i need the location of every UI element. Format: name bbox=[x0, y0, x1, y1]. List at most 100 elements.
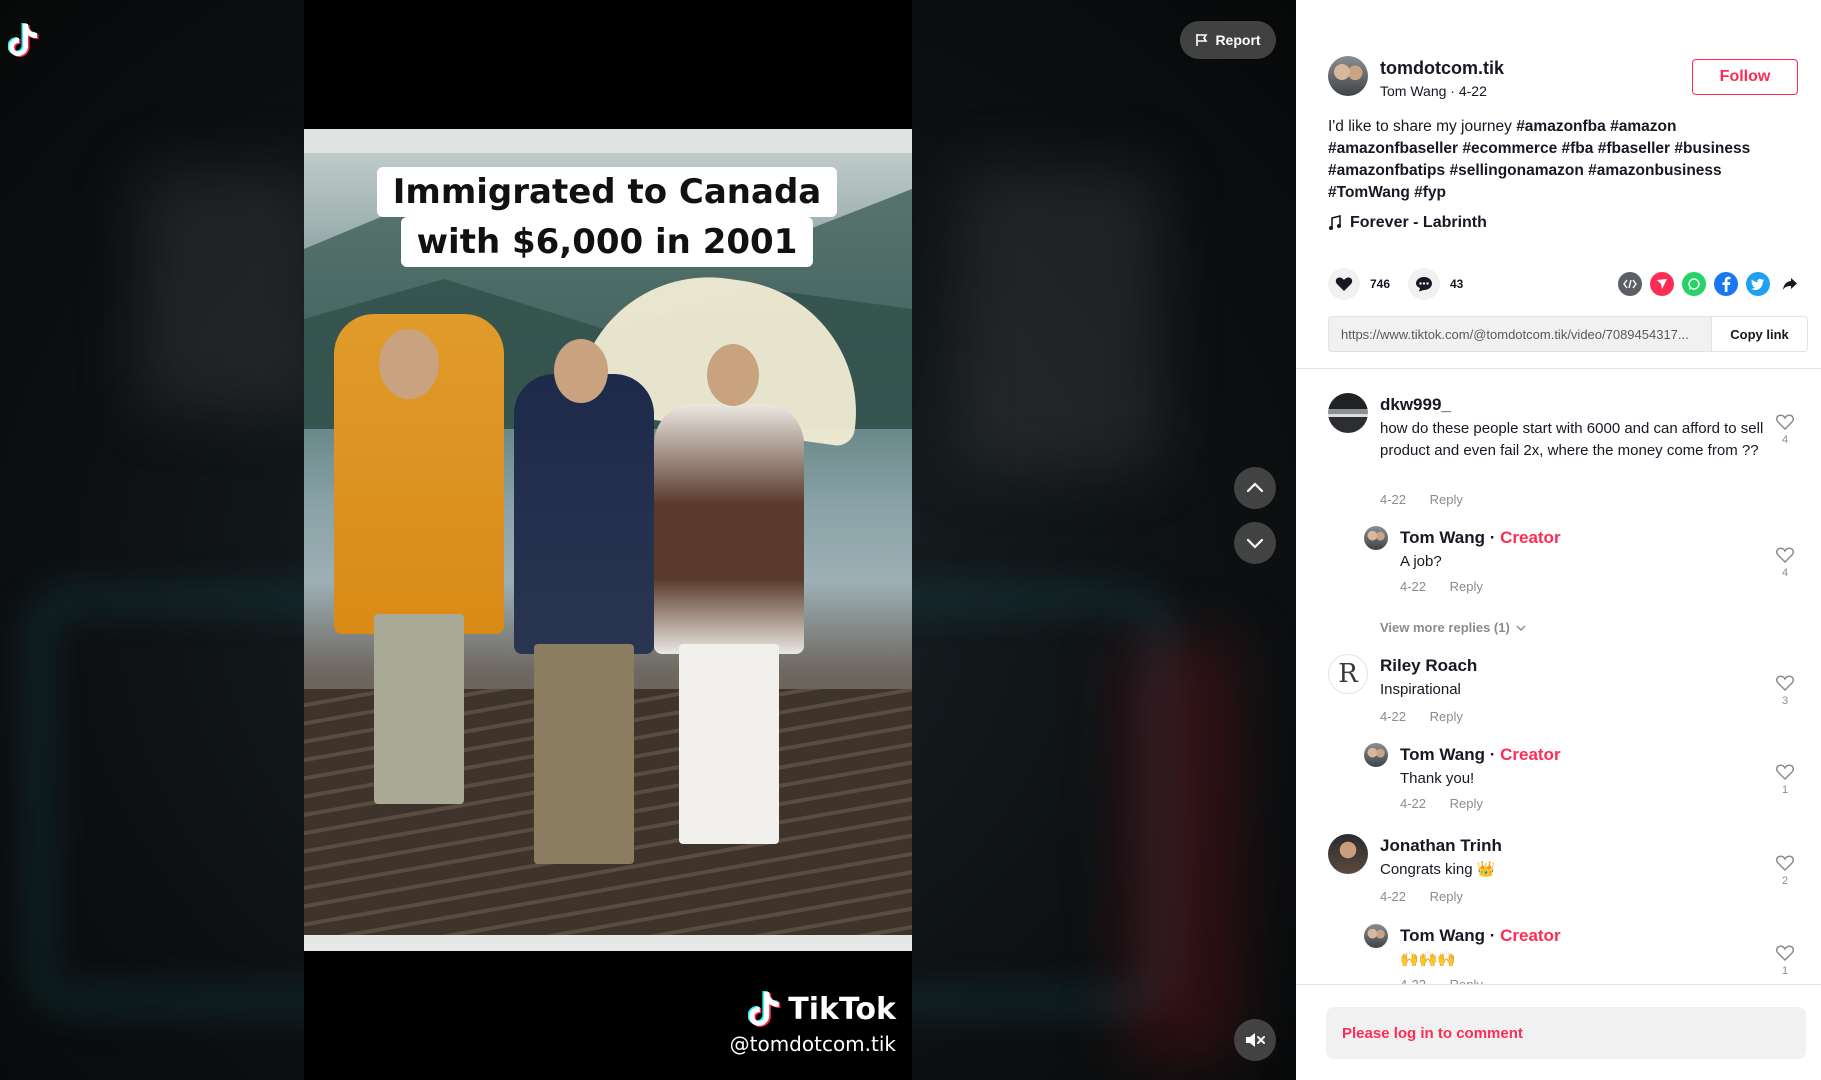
whatsapp-icon[interactable] bbox=[1682, 272, 1706, 296]
next-video-button[interactable] bbox=[1234, 522, 1276, 564]
person-head bbox=[379, 329, 439, 399]
comment-like[interactable]: 4 bbox=[1772, 546, 1798, 579]
reply-button[interactable]: Reply bbox=[1430, 889, 1463, 904]
comment-text: A job? bbox=[1400, 553, 1442, 570]
music-link[interactable]: Forever - Labrinth bbox=[1328, 214, 1487, 232]
like-count: 746 bbox=[1370, 277, 1391, 291]
hashtag-link[interactable]: #business bbox=[1674, 140, 1750, 157]
comment-like-count: 3 bbox=[1781, 695, 1789, 707]
comment-item: Jonathan Trinh Congrats king 👑 4-22 Repl… bbox=[1328, 834, 1798, 914]
reply-button[interactable]: Reply bbox=[1450, 579, 1483, 594]
comment-login-bar: Please log in to comment bbox=[1296, 984, 1821, 1080]
comment-list[interactable]: dkw999_ how do these people start with 6… bbox=[1296, 369, 1821, 985]
comment-like[interactable]: 3 bbox=[1772, 674, 1798, 707]
comment-like[interactable]: 2 bbox=[1772, 854, 1798, 887]
comment-date: 4-22 bbox=[1380, 889, 1407, 904]
hashtag-link[interactable]: #amazonfbatips bbox=[1328, 162, 1445, 179]
comment-like-count: 1 bbox=[1781, 784, 1789, 796]
commenter-avatar[interactable] bbox=[1364, 743, 1388, 767]
facebook-icon[interactable] bbox=[1714, 272, 1738, 296]
commenter-name[interactable]: Tom Wang · Creator bbox=[1400, 926, 1561, 946]
watermark-handle: @tomdotcom.tik bbox=[729, 1032, 896, 1056]
commenter-name[interactable]: Tom Wang · Creator bbox=[1400, 745, 1561, 765]
video-description: I'd like to share my journey #amazonfba … bbox=[1328, 116, 1800, 204]
embed-icon[interactable] bbox=[1618, 272, 1642, 296]
hashtag-link[interactable]: #amazon bbox=[1610, 118, 1676, 135]
commenter-avatar[interactable] bbox=[1328, 393, 1368, 433]
reply-item: Tom Wang · Creator A job? 4-22 Reply 4 bbox=[1364, 526, 1798, 606]
heart-icon bbox=[1328, 268, 1360, 300]
reply-button[interactable]: Reply bbox=[1430, 492, 1463, 507]
commenter-name[interactable]: Riley Roach bbox=[1380, 656, 1477, 676]
tiktok-watermark: TikTok @tomdotcom.tik bbox=[730, 990, 896, 1056]
comment-like[interactable]: 1 bbox=[1772, 944, 1798, 977]
video-url[interactable]: https://www.tiktok.com/@tomdotcom.tik/vi… bbox=[1341, 327, 1715, 342]
report-button[interactable]: Report bbox=[1180, 21, 1276, 59]
reply-author[interactable]: Tom Wang bbox=[1400, 745, 1485, 764]
comment-like-count: 4 bbox=[1781, 434, 1789, 446]
author-avatar[interactable] bbox=[1328, 56, 1368, 96]
reply-item: Tom Wang · Creator 🙌🙌🙌 4-22 Reply 1 bbox=[1364, 924, 1798, 985]
commenter-avatar[interactable] bbox=[1364, 924, 1388, 948]
copy-link-button[interactable]: Copy link bbox=[1711, 317, 1807, 351]
video-player[interactable]: Immigrated to Canada with $6,000 in 2001… bbox=[304, 0, 912, 1080]
hashtag-link[interactable]: #fyp bbox=[1414, 184, 1446, 201]
follow-button[interactable]: Follow bbox=[1692, 59, 1798, 95]
photo-border bbox=[304, 129, 912, 153]
comment-meta: 4-22 Reply bbox=[1380, 492, 1463, 507]
comment-text: Inspirational bbox=[1380, 681, 1461, 698]
comment-date: 4-22 bbox=[1380, 709, 1407, 724]
commenter-avatar[interactable] bbox=[1328, 834, 1368, 874]
video-caption: Immigrated to Canada with $6,000 in 2001 bbox=[372, 167, 842, 267]
commenter-name[interactable]: Tom Wang · Creator bbox=[1400, 528, 1561, 548]
hashtag-link[interactable]: #fba bbox=[1562, 140, 1594, 157]
name-separator: · bbox=[1484, 745, 1501, 764]
share-arrow-icon[interactable] bbox=[1778, 272, 1802, 296]
twitter-icon[interactable] bbox=[1746, 272, 1770, 296]
tiktok-logo-icon[interactable] bbox=[8, 22, 40, 58]
commenter-avatar[interactable]: R bbox=[1328, 654, 1368, 694]
reply-author[interactable]: Tom Wang bbox=[1400, 528, 1485, 547]
comment-text: 🙌🙌🙌 bbox=[1400, 951, 1457, 968]
comment-like[interactable]: 1 bbox=[1772, 763, 1798, 796]
comment-like-count: 2 bbox=[1781, 875, 1789, 887]
hashtag-link[interactable]: #TomWang bbox=[1328, 184, 1410, 201]
send-icon[interactable] bbox=[1650, 272, 1674, 296]
comment-icon bbox=[1408, 268, 1440, 300]
reply-author[interactable]: Tom Wang bbox=[1400, 926, 1485, 945]
hashtag-link[interactable]: #sellingonamazon bbox=[1449, 162, 1583, 179]
comment-stat[interactable]: 43 bbox=[1408, 268, 1463, 300]
hashtag-link[interactable]: #amazonbusiness bbox=[1588, 162, 1722, 179]
view-more-replies-button[interactable]: View more replies (1) bbox=[1380, 620, 1526, 635]
hashtag-link[interactable]: #ecommerce bbox=[1462, 140, 1557, 157]
background-blur bbox=[960, 170, 1160, 470]
background-blur bbox=[140, 170, 320, 410]
hashtag-link[interactable]: #amazonfba bbox=[1516, 118, 1606, 135]
watermark-brand: TikTok bbox=[788, 991, 896, 1027]
video-stage: Immigrated to Canada with $6,000 in 2001… bbox=[0, 0, 1296, 1080]
author-username[interactable]: tomdotcom.tik bbox=[1380, 58, 1504, 79]
comment-like[interactable]: 4 bbox=[1772, 413, 1798, 446]
commenter-name[interactable]: dkw999_ bbox=[1380, 395, 1451, 415]
like-stat[interactable]: 746 bbox=[1328, 268, 1390, 300]
heart-outline-icon bbox=[1776, 414, 1794, 431]
hashtag-link[interactable]: #amazonfbaseller bbox=[1328, 140, 1458, 157]
creator-badge: Creator bbox=[1500, 926, 1561, 945]
reply-button[interactable]: Reply bbox=[1430, 709, 1463, 724]
share-icons bbox=[1618, 272, 1802, 296]
previous-video-button[interactable] bbox=[1234, 467, 1276, 509]
reply-button[interactable]: Reply bbox=[1450, 796, 1483, 811]
login-to-comment-button[interactable]: Please log in to comment bbox=[1326, 1007, 1806, 1059]
caption-line: Immigrated to Canada bbox=[376, 167, 838, 217]
commenter-name[interactable]: Jonathan Trinh bbox=[1380, 836, 1502, 856]
heart-outline-icon bbox=[1776, 675, 1794, 692]
video-link-field[interactable]: https://www.tiktok.com/@tomdotcom.tik/vi… bbox=[1328, 316, 1808, 352]
comment-meta: 4-22 Reply bbox=[1380, 709, 1463, 724]
mute-button[interactable] bbox=[1234, 1019, 1276, 1061]
hashtag-link[interactable]: #fbaseller bbox=[1598, 140, 1670, 157]
background-blur bbox=[1126, 640, 1236, 1060]
flag-icon bbox=[1196, 34, 1208, 46]
comment-count: 43 bbox=[1450, 277, 1464, 291]
details-panel: tomdotcom.tik Tom Wang · 4-22 Follow I'd… bbox=[1296, 0, 1821, 1080]
commenter-avatar[interactable] bbox=[1364, 526, 1388, 550]
